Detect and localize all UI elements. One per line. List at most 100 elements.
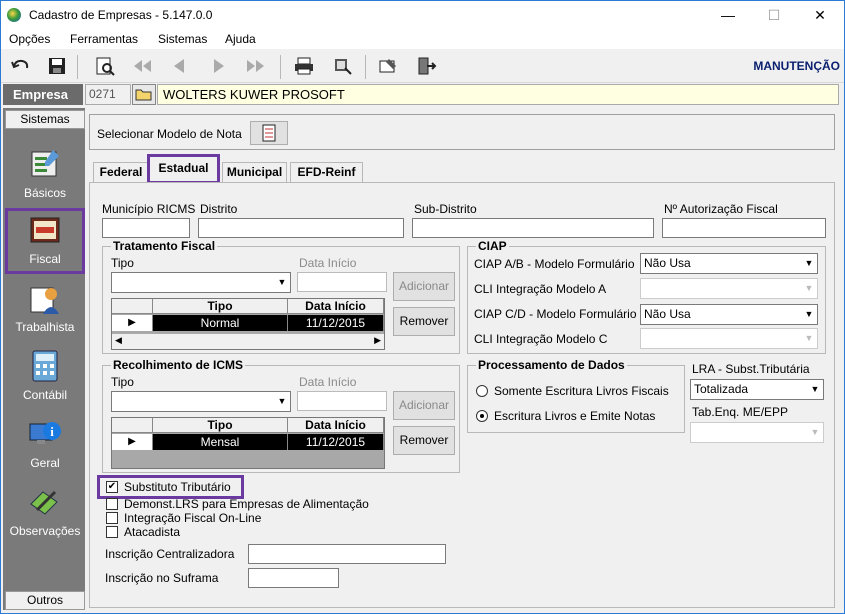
cli-a-label: CLI Integração Modelo A [474,282,607,296]
print-icon[interactable] [293,56,315,76]
tratamento-scrollbar[interactable]: ◀ ▶ [112,333,384,349]
scroll-left-icon[interactable]: ◀ [115,335,122,346]
tab-federal[interactable]: Federal [93,162,149,182]
chevron-down-icon: ▼ [806,380,823,399]
next-icon[interactable] [207,56,229,76]
tratamento-add-button[interactable]: Adicionar [393,272,455,301]
tools-icon[interactable] [377,56,399,76]
municipio-ricms-field[interactable] [102,218,190,238]
sidebar-footer[interactable]: Outros [5,591,85,610]
cli-c-select[interactable]: ▼ [640,328,818,349]
save-icon[interactable] [46,56,68,76]
window-title: Cadastro de Empresas - 5.147.0.0 [29,8,213,22]
recolhimento-add-button[interactable]: Adicionar [393,391,455,420]
menu-ajuda[interactable]: Ajuda [225,32,256,46]
demonst-checkbox[interactable] [106,498,118,510]
tratamento-remove-button[interactable]: Remover [393,307,455,336]
sidebar: Sistemas Básicos Fiscal Trabalhista Cont… [3,108,85,610]
autorizacao-field[interactable] [662,218,826,238]
row-indicator-icon: ▶ [112,434,153,450]
ciap-ab-select[interactable]: Não Usa ▼ [640,253,818,274]
atacadista-label[interactable]: Atacadista [124,525,180,539]
undo-icon[interactable] [10,56,32,76]
substituto-checkbox[interactable]: ✔ [106,481,118,493]
sidebar-item-observacoes[interactable]: Observações [5,480,85,546]
sub-distrito-field[interactable] [412,218,654,238]
modelo-panel: Selecionar Modelo de Nota [89,114,835,150]
print-setup-icon[interactable] [331,56,353,76]
tab-municipal[interactable]: Municipal [222,162,287,182]
close-button[interactable]: ✕ [797,1,843,29]
centralizadora-field[interactable] [248,544,446,564]
tratamento-tipo-select[interactable]: ▼ [111,272,291,293]
distrito-label: Distrito [200,202,238,216]
sidebar-item-trabalhista[interactable]: Trabalhista [5,276,85,342]
modelo-button[interactable] [250,121,288,145]
first-icon[interactable] [131,56,153,76]
substituto-label[interactable]: Substituto Tributário [124,480,231,494]
recolhimento-row-tipo[interactable]: Mensal [153,434,288,450]
empresa-code[interactable]: 0271 [85,84,131,105]
processamento-opt2-radio[interactable] [476,410,488,422]
toolbar: MANUTENÇÃO [1,50,844,83]
last-icon[interactable] [245,56,267,76]
ciap-cd-label: CIAP C/D - Modelo Formulário [474,307,637,321]
tratamento-row-data[interactable]: 11/12/2015 [288,315,384,331]
tratamento-data-field[interactable] [297,272,387,292]
menu-ferramentas[interactable]: Ferramentas [70,32,138,46]
demonst-label[interactable]: Demonst.LRS para Empresas de Alimentação [124,497,369,511]
lra-select[interactable]: Totalizada ▼ [690,379,824,400]
distrito-field[interactable] [198,218,404,238]
tab-efd-reinf[interactable]: EFD-Reinf [290,162,363,182]
menu-sistemas[interactable]: Sistemas [158,32,207,46]
cli-a-select[interactable]: ▼ [640,278,818,299]
sub-distrito-label: Sub-Distrito [414,202,477,216]
tab-estadual[interactable]: Estadual [147,154,220,184]
previous-icon[interactable] [169,56,191,76]
chevron-down-icon: ▼ [800,279,817,298]
maximize-button[interactable]: ☐ [751,1,797,29]
recolhimento-data-label: Data Início [299,375,357,389]
basicos-icon [31,150,59,177]
atacadista-checkbox[interactable] [106,526,118,538]
processamento-opt1-label[interactable]: Somente Escritura Livros Fiscais [494,384,669,398]
suframa-label: Inscrição no Suframa [105,571,219,585]
tratamento-grid[interactable]: Tipo Data Início ▶ Normal 11/12/2015 ◀ ▶ [111,298,385,350]
integracao-checkbox[interactable] [106,512,118,524]
preview-icon[interactable] [94,56,116,76]
suframa-field[interactable] [248,568,339,588]
scroll-right-icon[interactable]: ▶ [374,335,381,346]
chevron-down-icon: ▼ [806,423,823,442]
exit-icon[interactable] [415,56,437,76]
menu-opcoes[interactable]: Opções [9,32,50,46]
integracao-label[interactable]: Integração Fiscal On-Line [124,511,261,525]
recolhimento-data-field[interactable] [297,391,387,411]
recolhimento-tipo-select[interactable]: ▼ [111,391,291,412]
sidebar-label-basicos: Básicos [23,186,67,200]
tab-enq-select[interactable]: ▼ [690,422,824,443]
processamento-opt2-label[interactable]: Escritura Livros e Emite Notas [494,409,655,423]
tratamento-row-tipo[interactable]: Normal [153,315,288,331]
sidebar-item-contabil[interactable]: Contábil [5,344,85,410]
recolhimento-row-data[interactable]: 11/12/2015 [288,434,384,450]
ciap-cd-select[interactable]: Não Usa ▼ [640,304,818,325]
sidebar-item-basicos[interactable]: Básicos [5,142,85,208]
fiscal-icon [30,217,60,243]
sidebar-label-observacoes: Observações [9,524,81,538]
sidebar-header[interactable]: Sistemas [5,110,85,129]
open-empresa-button[interactable] [132,84,156,105]
minimize-button[interactable]: — [705,1,751,29]
tratamento-title: Tratamento Fiscal [111,239,218,253]
lra-value: Totalizada [694,382,749,396]
recolhimento-remove-button[interactable]: Remover [393,426,455,455]
tratamento-group: Tratamento Fiscal Tipo Data Início ▼ Adi… [102,239,460,354]
sidebar-item-fiscal[interactable]: Fiscal [5,208,85,274]
processamento-group: Processamento de Dados Somente Escritura… [467,358,685,433]
empresa-name[interactable]: WOLTERS KUWER PROSOFT [157,84,839,105]
geral-icon: i [29,422,61,444]
observacoes-icon [30,490,58,515]
sidebar-item-geral[interactable]: i Geral [5,412,85,478]
recolhimento-group: Recolhimento de ICMS Tipo Data Início ▼ … [102,358,460,473]
processamento-opt1-radio[interactable] [476,385,488,397]
recolhimento-grid[interactable]: Tipo Data Início ▶ Mensal 11/12/2015 [111,417,385,469]
